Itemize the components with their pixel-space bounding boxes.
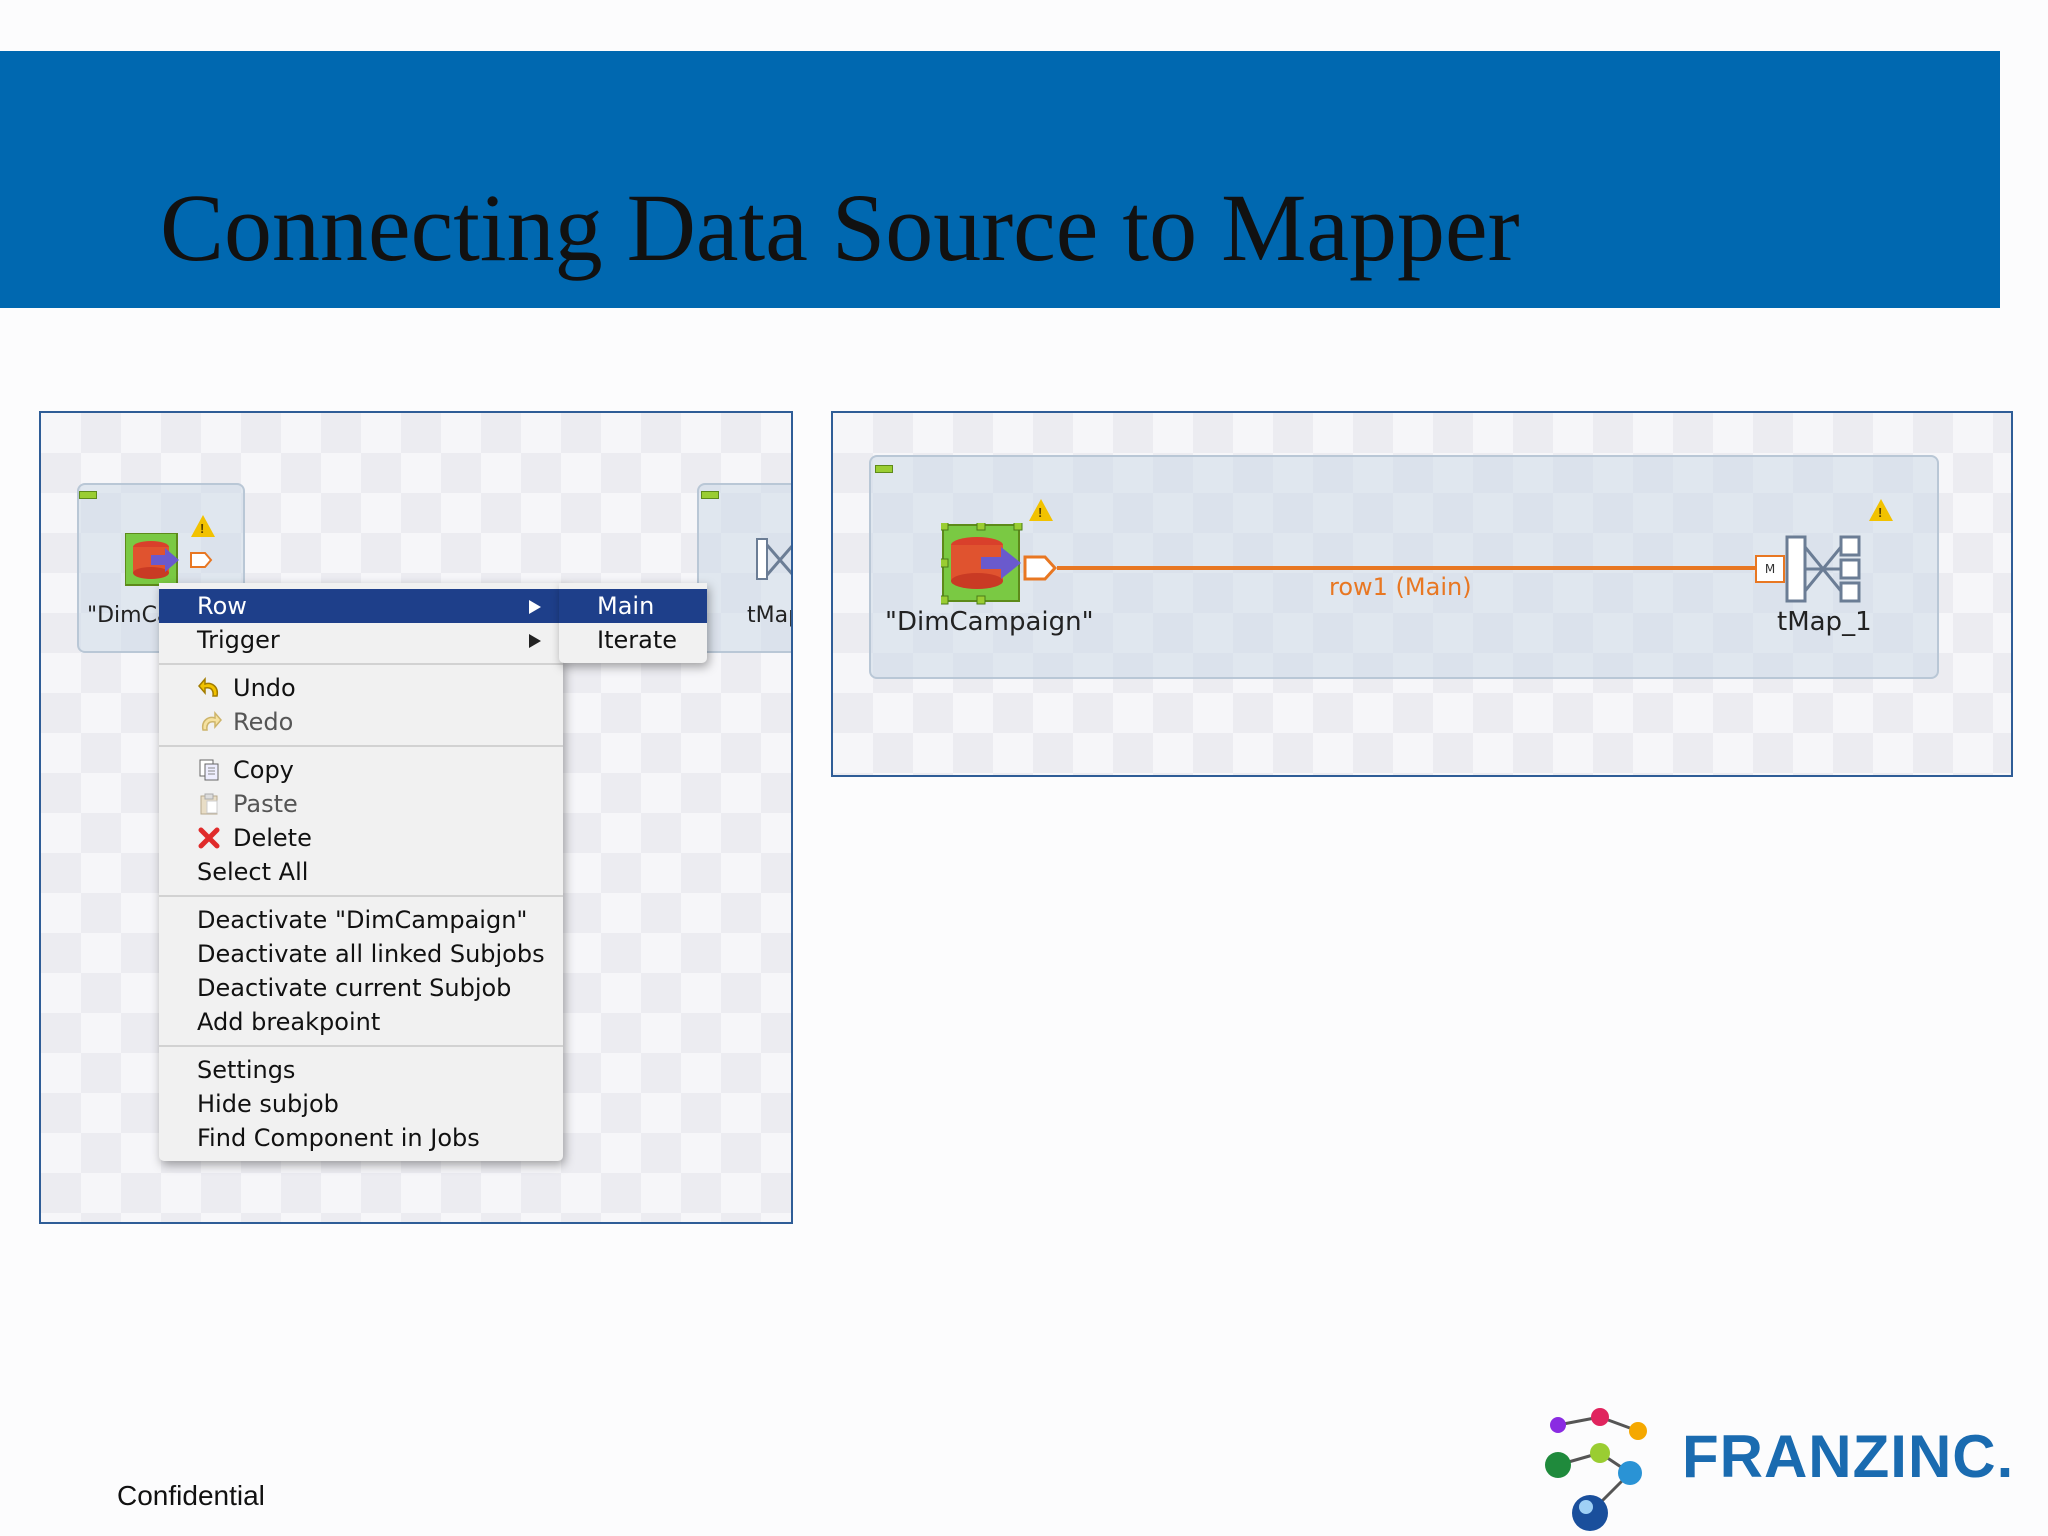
undo-icon: [197, 675, 223, 699]
warning-icon: [1029, 499, 1053, 521]
submenu-arrow-icon: [529, 634, 541, 648]
confidential-footer: Confidential: [117, 1480, 265, 1511]
menu-item-label: Row: [197, 592, 247, 620]
row-submenu: Main Iterate: [559, 583, 707, 663]
franz-inc-logo: FRANZINC.: [1545, 1408, 2014, 1531]
menu-bottom-padding: [559, 657, 707, 663]
target-component-label: tMap_1: [1777, 607, 1872, 637]
menu-item-trigger[interactable]: Trigger: [159, 623, 563, 657]
menu-item-deactivate-dimcampaign[interactable]: Deactivate "DimCampaign": [159, 903, 563, 937]
menu-item-label: Select All: [197, 858, 309, 886]
logo-text: FRANZINC.: [1682, 1423, 2014, 1490]
target-component-label: tMap: [747, 603, 791, 628]
tmap-icon[interactable]: [1785, 533, 1863, 605]
context-menu: Row Trigger Undo Redo Copy Paste Delete Select …: [159, 583, 563, 1161]
menu-item-label: Deactivate current Subjob: [197, 974, 512, 1002]
menu-item-add-breakpoint[interactable]: Add breakpoint: [159, 1005, 563, 1039]
warning-icon: [1869, 499, 1893, 521]
connection-line[interactable]: [1057, 566, 1777, 570]
menu-item-label: Copy: [233, 756, 294, 784]
source-component-label: "DimCa: [87, 603, 171, 628]
input-port-badge[interactable]: M: [1755, 555, 1785, 583]
tmap-icon[interactable]: [755, 537, 793, 583]
left-screenshot-panel: "DimCa tMap Row Trigger Undo Redo Copy Paste D…: [39, 411, 793, 1224]
menu-item-redo[interactable]: Redo: [159, 705, 563, 739]
menu-separator: [159, 1045, 563, 1047]
menu-item-paste[interactable]: Paste: [159, 787, 563, 821]
collapse-subjob-icon[interactable]: [701, 491, 719, 499]
slide-title: Connecting Data Source to Mapper: [160, 174, 1520, 281]
submenu-item-label: Main: [597, 592, 655, 620]
menu-item-select-all[interactable]: Select All: [159, 855, 563, 889]
menu-item-label: Settings: [197, 1056, 296, 1084]
collapse-subjob-icon[interactable]: [79, 491, 97, 499]
menu-separator: [159, 895, 563, 897]
menu-separator: [159, 663, 563, 665]
source-component-label: "DimCampaign": [885, 607, 1094, 637]
menu-item-copy[interactable]: Copy: [159, 753, 563, 787]
menu-item-undo[interactable]: Undo: [159, 671, 563, 705]
menu-item-find-component-in-jobs[interactable]: Find Component in Jobs: [159, 1121, 563, 1155]
menu-item-label: Deactivate "DimCampaign": [197, 906, 528, 934]
menu-item-row[interactable]: Row: [159, 589, 563, 623]
menu-item-label: Add breakpoint: [197, 1008, 381, 1036]
molecule-icon: [1545, 1408, 1647, 1531]
menu-item-hide-subjob[interactable]: Hide subjob: [159, 1087, 563, 1121]
menu-bottom-padding: [159, 1155, 563, 1161]
menu-item-label: Undo: [233, 674, 296, 702]
menu-item-label: Deactivate all linked Subjobs: [197, 940, 545, 968]
submenu-item-main[interactable]: Main: [559, 589, 707, 623]
menu-item-label: Hide subjob: [197, 1090, 339, 1118]
submenu-item-label: Iterate: [597, 626, 678, 654]
submenu-item-iterate[interactable]: Iterate: [559, 623, 707, 657]
connection-label: row1 (Main): [1329, 573, 1472, 601]
right-screenshot-panel: row1 (Main) M "DimCampaign" tMap_1: [831, 411, 2013, 777]
collapse-subjob-icon[interactable]: [875, 465, 893, 473]
menu-item-label: Find Component in Jobs: [197, 1124, 480, 1152]
output-port-icon[interactable]: [1023, 553, 1057, 583]
menu-item-deactivate-all-linked-subjobs[interactable]: Deactivate all linked Subjobs: [159, 937, 563, 971]
menu-item-label: Paste: [233, 790, 298, 818]
paste-icon: [197, 791, 223, 815]
menu-item-label: Trigger: [197, 626, 280, 654]
redo-icon: [197, 709, 223, 733]
menu-separator: [159, 745, 563, 747]
submenu-arrow-icon: [529, 600, 541, 614]
menu-item-settings[interactable]: Settings: [159, 1053, 563, 1087]
menu-item-label: Delete: [233, 824, 312, 852]
menu-item-label: Redo: [233, 708, 294, 736]
copy-icon: [197, 757, 223, 781]
menu-item-delete[interactable]: Delete: [159, 821, 563, 855]
delete-icon: [197, 825, 223, 849]
menu-item-deactivate-current-subjob[interactable]: Deactivate current Subjob: [159, 971, 563, 1005]
